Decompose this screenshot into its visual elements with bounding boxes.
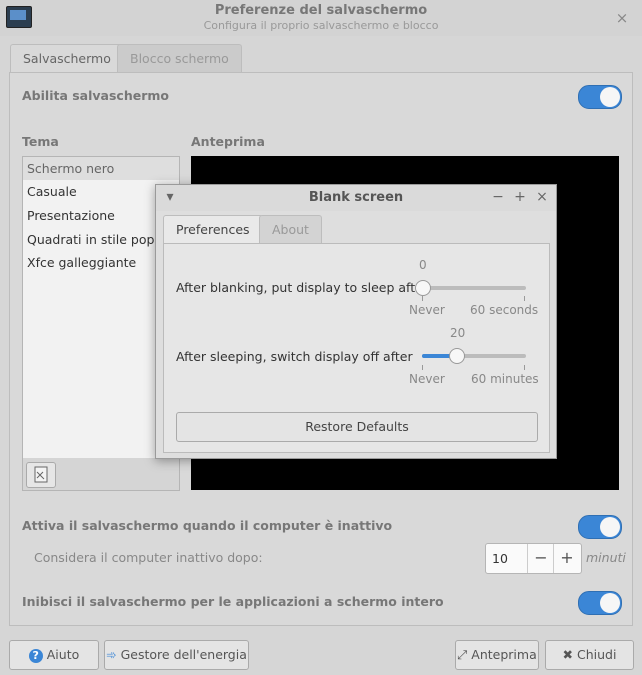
idle-delay-decrement-button[interactable]: − [527, 544, 554, 573]
close-button-label: Chiudi [577, 647, 617, 662]
configure-document-icon [34, 466, 48, 483]
sleep-after-label: After blanking, put display to sleep aft… [176, 280, 428, 295]
window-close-button[interactable]: × [612, 8, 632, 28]
off-slider-max-label: 60 minutes [471, 372, 539, 386]
off-slider-min-tick [422, 365, 423, 370]
off-slider-value: 20 [450, 326, 466, 340]
help-button-label: Aiuto [46, 647, 80, 662]
enable-screensaver-toggle[interactable] [578, 85, 622, 109]
dialog-close-button[interactable]: × [534, 189, 550, 205]
dialog-maximize-button[interactable]: + [512, 189, 528, 205]
sleep-slider-handle[interactable] [415, 280, 431, 296]
sleep-slider-max-label: 60 seconds [470, 303, 539, 317]
sleep-slider-max-tick [524, 296, 525, 301]
idle-delay-unit: minuti [586, 550, 626, 565]
window-subtitle: Configura il proprio salvaschermo e bloc… [203, 19, 439, 32]
close-button[interactable]: ✖ Chiudi [545, 640, 634, 670]
preview-button-label: Anteprima [471, 647, 537, 662]
help-icon: ? [28, 648, 43, 663]
tab-preferences[interactable]: Preferences [163, 215, 263, 244]
sleep-slider-min-tick [422, 296, 423, 301]
tab-blocco-schermo[interactable]: Blocco schermo [117, 44, 242, 73]
sleep-slider-track[interactable] [422, 286, 526, 290]
preview-header: Anteprima [191, 134, 265, 149]
theme-header: Tema [22, 134, 59, 149]
theme-configure-button[interactable] [26, 462, 56, 488]
inhibit-fullscreen-label: Inibisci il salvaschermo per le applicaz… [22, 594, 444, 609]
off-slider-handle[interactable] [448, 348, 465, 364]
activate-when-idle-label: Attiva il salvaschermo quando il compute… [22, 518, 393, 533]
dialog-title-bar: ▾ Blank screen − + × [156, 185, 556, 211]
title-bar: Preferenze del salvaschermo Configura il… [0, 0, 642, 36]
window-title: Preferenze del salvaschermo [214, 3, 428, 18]
sleep-slider-min-label: Never [409, 303, 445, 317]
power-manager-icon: ➾ [106, 647, 117, 662]
off-slider-min-label: Never [409, 372, 445, 386]
idle-delay-input[interactable]: 10 [492, 544, 508, 573]
inhibit-fullscreen-toggle[interactable] [578, 591, 622, 615]
help-button[interactable]: ? Aiuto [9, 640, 99, 670]
blank-screen-dialog: ▾ Blank screen − + × Preferences About 0… [155, 184, 557, 459]
close-icon: ✖ [562, 647, 574, 662]
tab-about[interactable]: About [259, 215, 322, 244]
idle-delay-spinbutton: 10 − + [485, 543, 582, 574]
dialog-minimize-button[interactable]: − [490, 189, 506, 205]
dialog-preferences-panel: 0 After blanking, put display to sleep a… [163, 243, 550, 453]
off-slider-max-tick [524, 365, 525, 370]
restore-defaults-button[interactable]: Restore Defaults [176, 412, 538, 442]
power-manager-button[interactable]: ➾ Gestore dell'energia [104, 640, 249, 670]
activate-when-idle-toggle[interactable] [578, 515, 622, 539]
idle-delay-increment-button[interactable]: + [553, 544, 580, 573]
power-manager-button-label: Gestore dell'energia [120, 647, 247, 662]
enable-screensaver-label: Abilita salvaschermo [22, 88, 169, 103]
fullscreen-icon: ⤢ [457, 647, 468, 662]
preview-button[interactable]: ⤢ Anteprima [455, 640, 539, 670]
switch-off-after-label: After sleeping, switch display off after [176, 349, 413, 364]
tab-salvaschermo[interactable]: Salvaschermo [10, 44, 124, 73]
sleep-slider-value: 0 [419, 258, 427, 272]
idle-delay-label: Considera il computer inattivo dopo: [34, 550, 263, 565]
theme-item-schermo-nero[interactable]: Schermo nero [27, 158, 177, 180]
